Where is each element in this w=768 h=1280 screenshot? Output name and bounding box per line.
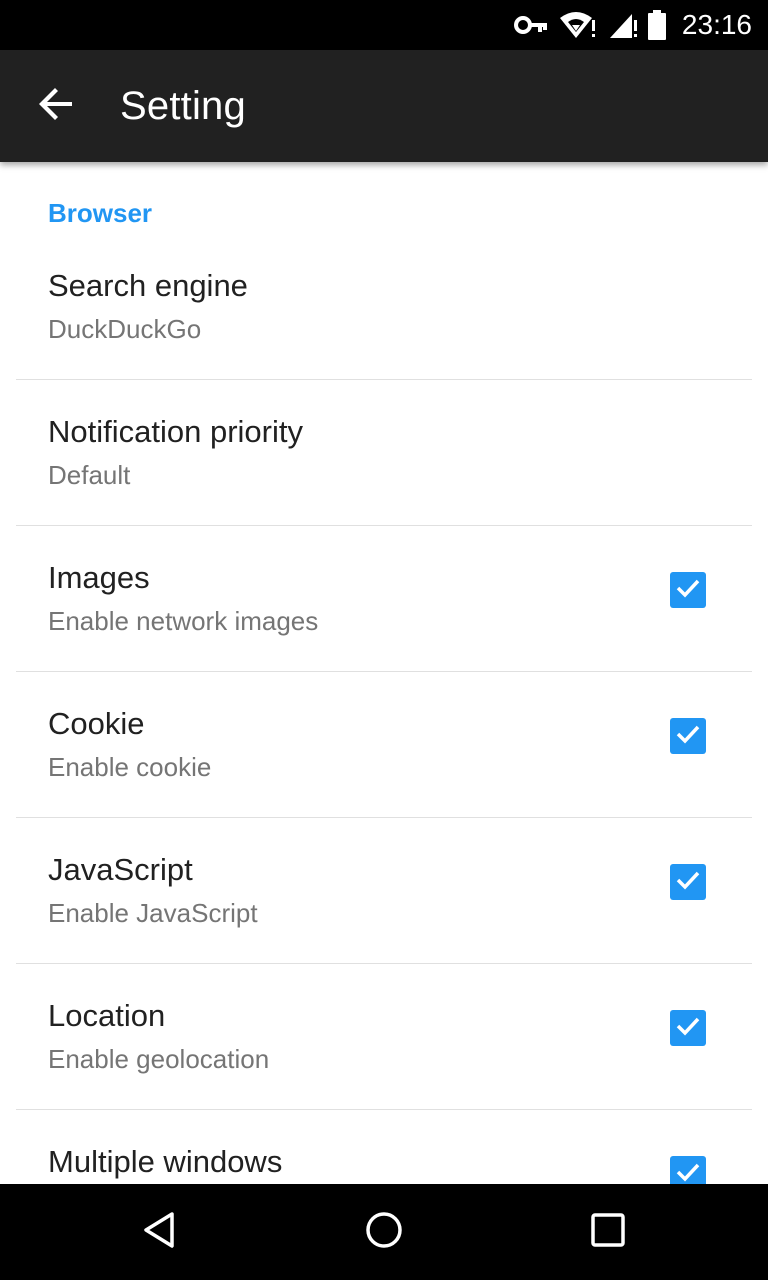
images-checkbox[interactable] <box>670 572 706 608</box>
cell-signal-alert-icon <box>608 10 638 40</box>
wifi-alert-icon <box>558 10 598 40</box>
pref-summary: Enable network images <box>48 606 319 636</box>
pref-title: Notification priority <box>48 414 303 449</box>
pref-cookie[interactable]: Cookie Enable cookie <box>0 672 768 818</box>
pref-summary: Enable geolocation <box>48 1044 270 1074</box>
multiple-windows-checkbox[interactable] <box>670 1156 706 1184</box>
pref-location[interactable]: Location Enable geolocation <box>0 964 768 1110</box>
pref-title: Images <box>48 560 150 595</box>
status-icons: 23:16 <box>513 0 752 50</box>
settings-screen: 23:16 Setting Browser Search engine Duck… <box>0 0 768 1280</box>
page-title: Setting <box>120 84 246 128</box>
pref-multiple-windows[interactable]: Multiple windows <box>0 1110 768 1184</box>
pref-images[interactable]: Images Enable network images <box>0 526 768 672</box>
nav-home-button[interactable] <box>354 1202 414 1262</box>
pref-javascript[interactable]: JavaScript Enable JavaScript <box>0 818 768 964</box>
recents-square-icon <box>590 1212 626 1253</box>
battery-full-icon <box>647 10 666 40</box>
settings-content[interactable]: Browser Search engine DuckDuckGo Notific… <box>0 162 768 1184</box>
pref-summary: Default <box>48 460 131 490</box>
pref-title: Search engine <box>48 268 248 303</box>
pref-title: Multiple windows <box>48 1144 283 1179</box>
back-button[interactable] <box>24 74 88 138</box>
status-bar: 23:16 <box>0 0 768 50</box>
pref-title: Cookie <box>48 706 145 741</box>
section-header-browser: Browser <box>48 198 153 228</box>
check-icon <box>674 1158 702 1185</box>
pref-search-engine[interactable]: Search engine DuckDuckGo <box>0 234 768 380</box>
back-triangle-icon <box>140 1210 180 1255</box>
nav-recents-button[interactable] <box>578 1202 638 1262</box>
pref-summary: Enable JavaScript <box>48 898 258 928</box>
pref-title: Location <box>48 998 166 1033</box>
preference-list: Search engine DuckDuckGo Notification pr… <box>0 234 768 1184</box>
pref-title: JavaScript <box>48 852 193 887</box>
arrow-back-icon <box>38 86 74 127</box>
status-time: 23:16 <box>681 9 752 40</box>
pref-summary: Enable cookie <box>48 752 212 782</box>
javascript-checkbox[interactable] <box>670 864 706 900</box>
cookie-checkbox[interactable] <box>670 718 706 754</box>
pref-summary: DuckDuckGo <box>48 314 202 344</box>
location-checkbox[interactable] <box>670 1010 706 1046</box>
nav-back-button[interactable] <box>130 1202 190 1262</box>
home-circle-icon <box>364 1210 404 1255</box>
app-bar: Setting <box>0 50 768 162</box>
navigation-bar <box>0 1184 768 1280</box>
check-icon <box>674 1012 702 1045</box>
check-icon <box>674 866 702 899</box>
pref-notification-priority[interactable]: Notification priority Default <box>0 380 768 526</box>
check-icon <box>674 720 702 753</box>
check-icon <box>674 574 702 607</box>
vpn-key-icon <box>513 15 548 35</box>
